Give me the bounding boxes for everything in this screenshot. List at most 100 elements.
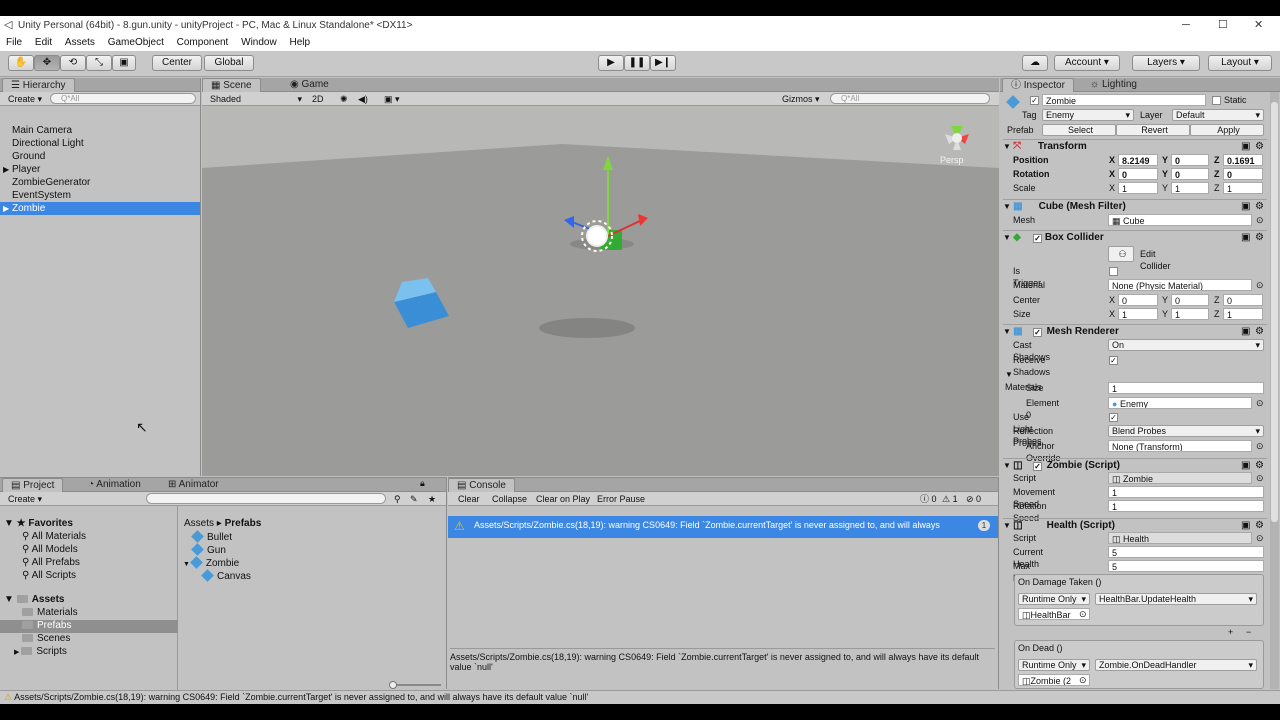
persp-label[interactable]: Persp <box>940 155 964 165</box>
tab-lighting[interactable]: ☼ Lighting <box>1082 78 1145 92</box>
project-search-input[interactable] <box>146 493 386 504</box>
layers-dropdown[interactable]: Layers ▾ <box>1132 55 1200 71</box>
gizmos-dropdown[interactable]: Gizmos ▾ <box>782 92 820 106</box>
help-icon[interactable]: ▣ <box>1241 459 1250 473</box>
error-pause-button[interactable]: Error Pause <box>597 492 645 506</box>
dead-function-dropdown[interactable]: Zombie.OnDeadHandler ▾ <box>1095 659 1257 671</box>
hierarchy-search-input[interactable]: Q*All <box>50 93 196 104</box>
material-field[interactable]: None (Physic Material) <box>1108 279 1252 291</box>
box-collider-header[interactable]: ▼ ◆ ✓ Box Collider ▣ ⚙ <box>1003 230 1267 244</box>
center-x-field[interactable]: 0 <box>1118 294 1158 306</box>
add-listener-button[interactable]: + <box>1228 626 1233 638</box>
favorite-star-icon[interactable]: ★ <box>428 492 436 506</box>
filter-label-icon[interactable]: ✎ <box>410 492 418 506</box>
object-picker-icon[interactable]: ⊙ <box>1256 279 1264 291</box>
menu-component[interactable]: Component <box>177 37 229 48</box>
tab-animator[interactable]: ⊞ Animator <box>160 478 227 492</box>
account-dropdown[interactable]: Account ▾ <box>1054 55 1120 71</box>
prefab-select-button[interactable]: Select <box>1042 124 1116 136</box>
hierarchy-item[interactable]: EventSystem <box>0 189 200 202</box>
expand-arrow-icon[interactable]: ▶ <box>3 202 9 215</box>
box-collider-enabled-checkbox[interactable]: ✓ <box>1033 234 1042 243</box>
mesh-filter-header[interactable]: ▼ ▦ Cube (Mesh Filter) ▣ ⚙ <box>1003 199 1267 213</box>
2d-toggle[interactable]: 2D <box>312 92 324 106</box>
object-picker-icon[interactable]: ⊙ <box>1256 214 1264 226</box>
close-icon[interactable]: ✕ <box>1254 16 1263 35</box>
movement-speed-field[interactable]: 1 <box>1108 486 1264 498</box>
scene-viewport[interactable]: Persp <box>202 106 999 476</box>
favorite-item[interactable]: ⚲ All Models <box>22 544 78 555</box>
minimize-icon[interactable]: ─ <box>1182 16 1190 35</box>
favorite-item[interactable]: ⚲ All Scripts <box>22 570 76 581</box>
play-button[interactable]: ▶ <box>598 55 624 71</box>
object-picker-icon[interactable]: ⊙ <box>1256 397 1264 409</box>
rotation-x-field[interactable]: 0 <box>1118 168 1158 180</box>
scale-z-field[interactable]: 1 <box>1223 182 1263 194</box>
asset-folder[interactable]: Materials <box>22 607 78 618</box>
remove-listener-button[interactable]: − <box>1246 626 1251 638</box>
mesh-renderer-enabled-checkbox[interactable]: ✓ <box>1033 328 1042 337</box>
maximize-icon[interactable]: ☐ <box>1218 16 1228 35</box>
asset-folder-selected[interactable]: Prefabs <box>0 620 178 633</box>
center-z-field[interactable]: 0 <box>1223 294 1263 306</box>
clear-button[interactable]: Clear <box>458 492 480 506</box>
dead-runtime-dropdown[interactable]: Runtime Only ▾ <box>1018 659 1090 671</box>
damage-runtime-dropdown[interactable]: Runtime Only ▾ <box>1018 593 1090 605</box>
tag-dropdown[interactable]: Enemy ▾ <box>1042 109 1134 121</box>
is-trigger-checkbox[interactable] <box>1109 267 1118 276</box>
expand-arrow-icon[interactable]: ▶ <box>3 163 9 176</box>
size-y-field[interactable]: 1 <box>1171 308 1209 320</box>
static-checkbox[interactable] <box>1212 96 1221 105</box>
pivot-center-button[interactable]: Center <box>152 55 202 71</box>
asset-folder[interactable]: Scenes <box>22 633 70 644</box>
size-z-field[interactable]: 1 <box>1223 308 1263 320</box>
reflection-probes-dropdown[interactable]: Blend Probes ▾ <box>1108 425 1264 437</box>
tab-console[interactable]: ▤ Console <box>448 478 515 492</box>
gear-icon[interactable]: ⚙ <box>1255 200 1264 214</box>
current-health-field[interactable]: 5 <box>1108 546 1264 558</box>
breadcrumb-current[interactable]: Prefabs <box>225 518 262 529</box>
help-icon[interactable]: ▣ <box>1241 519 1250 533</box>
gear-icon[interactable]: ⚙ <box>1255 519 1264 533</box>
asset-folder[interactable]: ▶ Scripts <box>14 646 67 657</box>
tab-inspector[interactable]: ⓘ Inspector <box>1002 78 1074 92</box>
element0-field[interactable]: ● Enemy <box>1108 397 1252 409</box>
zombie-script-field[interactable]: ◫ Zombie <box>1108 472 1252 484</box>
tab-scene[interactable]: ▦ Scene <box>202 78 261 92</box>
menu-help[interactable]: Help <box>289 37 310 48</box>
shading-dropdown[interactable]: Shaded ▾ <box>210 92 302 106</box>
file-item[interactable]: Gun <box>191 543 226 556</box>
object-picker-icon[interactable]: ⊙ <box>1256 440 1264 452</box>
hand-tool-button[interactable]: ✋ <box>8 55 34 71</box>
hierarchy-item[interactable]: ZombieGenerator <box>0 176 200 189</box>
tab-hierarchy[interactable]: ☰ Hierarchy <box>2 78 75 92</box>
hierarchy-item[interactable]: Main Camera <box>0 124 200 137</box>
object-picker-icon[interactable]: ⊙ <box>1079 674 1087 686</box>
zombie-script-header[interactable]: ▼ ◫ ✓ Zombie (Script) ▣ ⚙ <box>1003 458 1267 472</box>
cloud-button[interactable]: ☁ <box>1022 55 1048 71</box>
menu-gameobject[interactable]: GameObject <box>108 37 164 48</box>
menu-file[interactable]: File <box>6 37 22 48</box>
rotate-tool-button[interactable]: ⟲ <box>60 55 86 71</box>
position-z-field[interactable]: 0.1691 <box>1223 154 1263 166</box>
damage-function-dropdown[interactable]: HealthBar.UpdateHealth ▾ <box>1095 593 1257 605</box>
scale-y-field[interactable]: 1 <box>1171 182 1209 194</box>
tab-animation[interactable]: ◔ Animation <box>80 478 149 492</box>
position-y-field[interactable]: 0 <box>1171 154 1209 166</box>
favorite-item[interactable]: ⚲ All Prefabs <box>22 557 80 568</box>
error-filter-button[interactable]: ⊘ 0 <box>966 492 981 506</box>
pivot-global-button[interactable]: Global <box>204 55 254 71</box>
mesh-renderer-header[interactable]: ▼ ▦ ✓ Mesh Renderer ▣ ⚙ <box>1003 324 1267 338</box>
collapse-button[interactable]: Collapse <box>492 492 527 506</box>
gear-icon[interactable]: ⚙ <box>1255 459 1264 473</box>
gear-icon[interactable]: ⚙ <box>1255 325 1264 339</box>
step-button[interactable]: ▶❙ <box>650 55 676 71</box>
gear-icon[interactable]: ⚙ <box>1255 140 1264 154</box>
use-light-probes-checkbox[interactable]: ✓ <box>1109 413 1118 422</box>
file-item[interactable]: Bullet <box>191 530 232 543</box>
edit-collider-button[interactable]: ⚇ <box>1108 246 1134 262</box>
help-icon[interactable]: ▣ <box>1241 325 1250 339</box>
receive-shadows-checkbox[interactable]: ✓ <box>1109 356 1118 365</box>
favorites-header[interactable]: ▼ ★ Favorites <box>4 518 73 529</box>
rect-tool-button[interactable]: ▣ <box>112 55 136 71</box>
